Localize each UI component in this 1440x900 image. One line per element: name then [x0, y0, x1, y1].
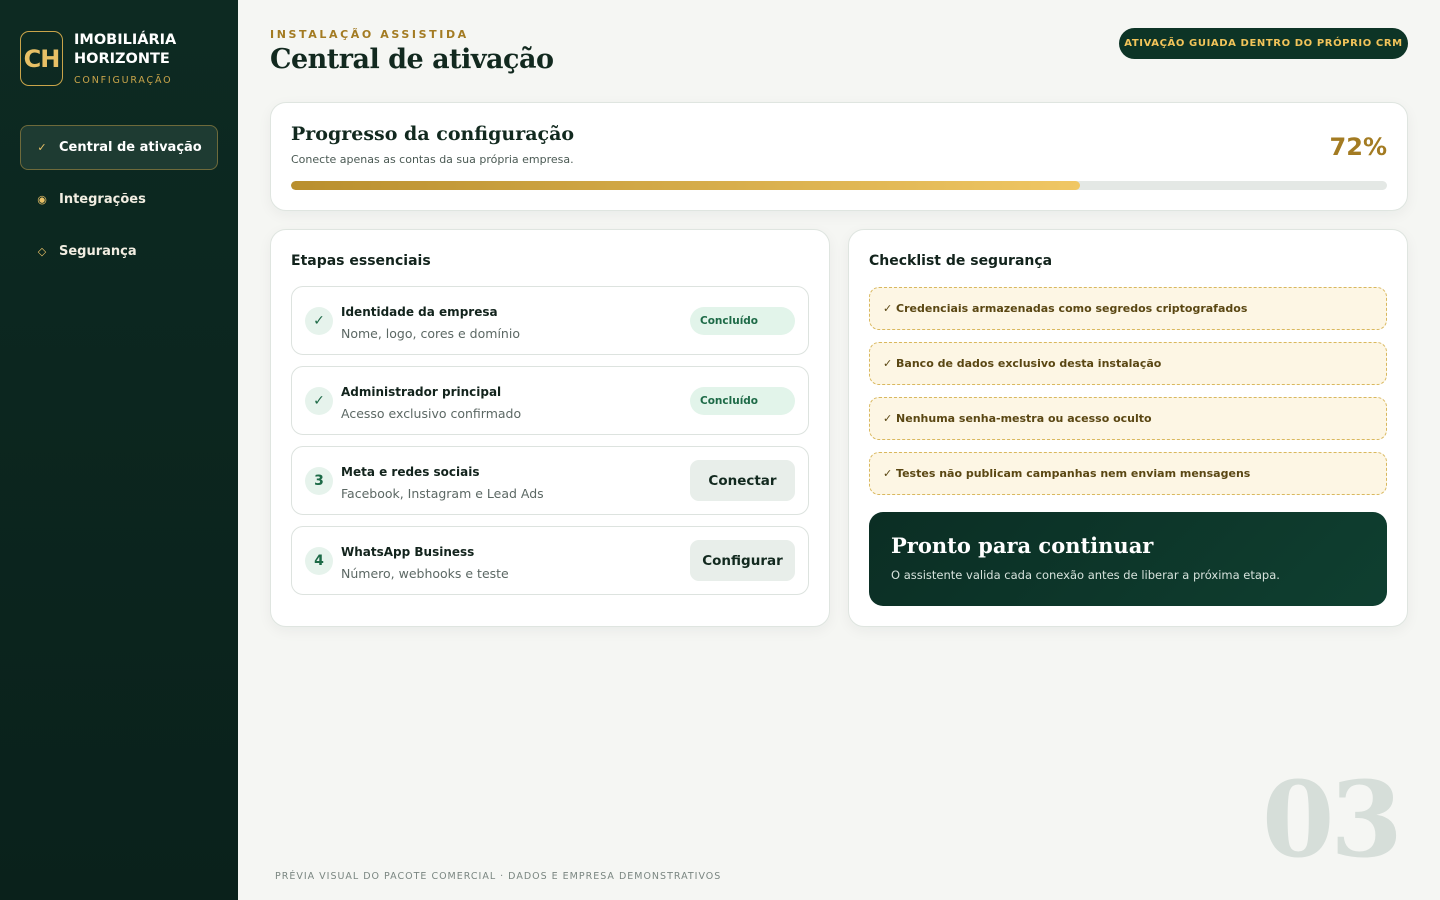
progress-card: Progresso da configuração Conecte apenas… [270, 102, 1408, 211]
step-title: Administrador principal [341, 385, 502, 399]
step-item: ✓ Identidade da empresa Nome, logo, core… [291, 286, 809, 355]
security-checklist-card: Checklist de segurança ✓ Credenciais arm… [848, 229, 1408, 627]
step-number: 3 [305, 467, 333, 495]
status-badge: Concluído [690, 307, 795, 335]
progress-subtitle: Conecte apenas as contas da sua própria … [291, 153, 574, 166]
ready-subtitle: O assistente valida cada conexão antes d… [891, 568, 1280, 582]
essential-steps-card: Etapas essenciais ✓ Identidade da empres… [270, 229, 830, 627]
step-description: Número, webhooks e teste [341, 566, 509, 581]
checklist-item: ✓ Banco de dados exclusivo desta instala… [869, 342, 1387, 385]
security-heading: Checklist de segurança [869, 253, 1053, 269]
brand-subtitle: CONFIGURAÇÃO [74, 75, 173, 86]
sidebar-item-integracoes[interactable]: ◉ Integrações [20, 177, 218, 222]
checklist-item: ✓ Nenhuma senha-mestra ou acesso oculto [869, 397, 1387, 440]
connect-button[interactable]: Conectar [690, 460, 795, 501]
diamond-icon: ◇ [37, 245, 47, 258]
progress-bar-fill [291, 181, 1081, 190]
sidebar-item-seguranca[interactable]: ◇ Segurança [20, 229, 218, 274]
guided-activation-badge: ATIVAÇÃO GUIADA DENTRO DO PRÓPRIO CRM [1119, 28, 1408, 59]
check-icon: ✓ [305, 387, 333, 415]
step-item: 3 Meta e redes sociais Facebook, Instagr… [291, 446, 809, 515]
step-description: Nome, logo, cores e domínio [341, 326, 520, 341]
step-title: Identidade da empresa [341, 305, 498, 319]
ready-title: Pronto para continuar [891, 533, 1154, 558]
step-description: Acesso exclusivo confirmado [341, 406, 522, 421]
dot-icon: ◉ [37, 193, 47, 206]
step-watermark: 03 [1262, 758, 1403, 881]
step-item: 4 WhatsApp Business Número, webhooks e t… [291, 526, 809, 595]
check-icon: ✓ [305, 307, 333, 335]
sidebar-item-label: Segurança [59, 244, 137, 259]
checklist-item: ✓ Testes não publicam campanhas nem envi… [869, 452, 1387, 495]
checklist-item: ✓ Credenciais armazenadas como segredos … [869, 287, 1387, 330]
step-number: 4 [305, 547, 333, 575]
progress-percent: 72% [1329, 133, 1387, 161]
progress-title: Progresso da configuração [291, 123, 575, 145]
steps-heading: Etapas essenciais [291, 253, 431, 269]
step-title: WhatsApp Business [341, 545, 475, 559]
status-badge: Concluído [690, 387, 795, 415]
brand-name: IMOBILIÁRIA HORIZONTE [74, 32, 177, 67]
sidebar-item-label: Central de ativação [59, 140, 202, 155]
sidebar-item-central-de-ativacao[interactable]: ✓ Central de ativação [20, 125, 218, 170]
sidebar: CH IMOBILIÁRIA HORIZONTE CONFIGURAÇÃO ✓ … [0, 0, 238, 900]
page-eyebrow: INSTALAÇÃO ASSISTIDA [270, 28, 469, 41]
page-title: Central de ativação [270, 44, 554, 75]
progress-bar [291, 181, 1387, 190]
brand: CH IMOBILIÁRIA HORIZONTE CONFIGURAÇÃO [20, 31, 194, 86]
step-title: Meta e redes sociais [341, 465, 480, 479]
ready-panel: Pronto para continuar O assistente valid… [869, 512, 1387, 606]
sidebar-nav: ✓ Central de ativação ◉ Integrações ◇ Se… [20, 125, 218, 281]
configure-button[interactable]: Configurar [690, 540, 795, 581]
footer-note: PRÉVIA VISUAL DO PACOTE COMERCIAL · DADO… [275, 871, 722, 882]
step-description: Facebook, Instagram e Lead Ads [341, 486, 544, 501]
check-icon: ✓ [37, 141, 47, 154]
logo: CH [20, 31, 63, 86]
sidebar-item-label: Integrações [59, 192, 146, 207]
step-item: ✓ Administrador principal Acesso exclusi… [291, 366, 809, 435]
